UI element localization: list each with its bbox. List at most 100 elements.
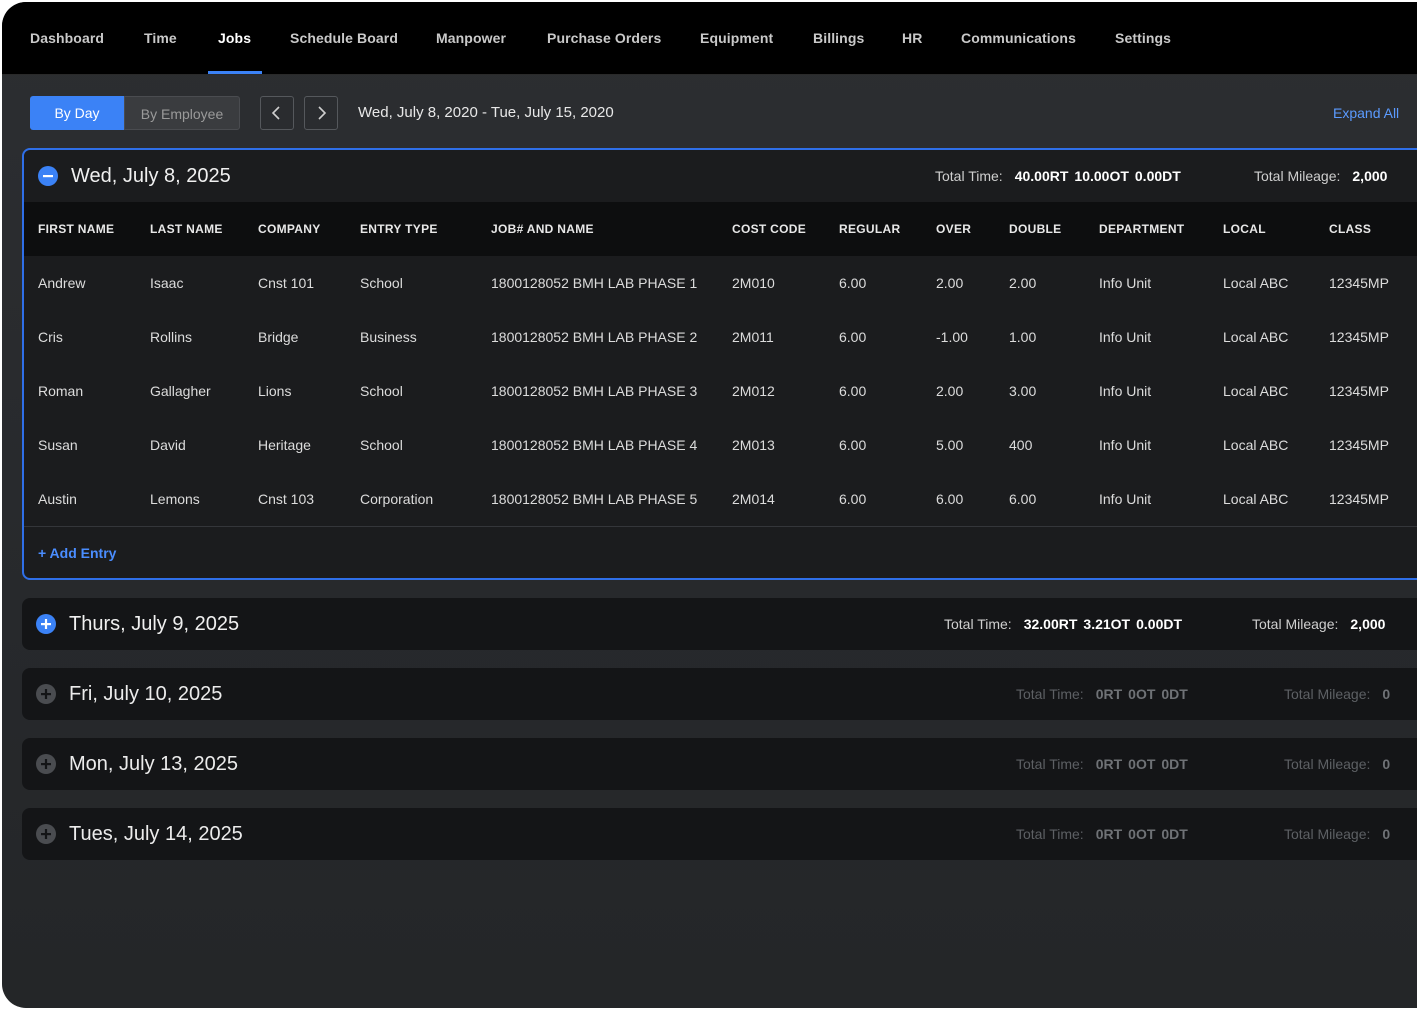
- mileage-value: 0: [1382, 686, 1391, 702]
- day-header[interactable]: Wed, July 8, 2025 Total Time: 40.00RT 10.0…: [24, 150, 1417, 202]
- nav-hr[interactable]: HR: [902, 2, 922, 74]
- day-card-collapsed[interactable]: Tues, July 14, 2025 Total Time: 0RT 0OT 0DT…: [22, 808, 1417, 860]
- cell-local: Local ABC: [1223, 437, 1289, 453]
- dt-value: 0.00DT: [1134, 168, 1181, 184]
- cell-cost-code: 2M012: [732, 383, 775, 399]
- cell-first-name: Austin: [38, 491, 77, 507]
- table-header: FIRST NAME LAST NAME COMPANY ENTRY TYPE …: [24, 202, 1417, 257]
- plus-circle-icon: [36, 614, 56, 634]
- rt-value: 0RT: [1095, 826, 1123, 842]
- cell-last-name: Lemons: [150, 491, 200, 507]
- total-mileage: Total Mileage: 2,000: [1252, 598, 1385, 650]
- nav-dashboard[interactable]: Dashboard: [30, 2, 104, 74]
- mileage-value: 2,000: [1352, 168, 1388, 184]
- nav-schedule-board[interactable]: Schedule Board: [290, 2, 398, 74]
- table-row[interactable]: Cris Rollins Bridge Business 1800128052 BMH …: [24, 310, 1417, 365]
- plus-circle-icon: [36, 684, 56, 704]
- day-title: Mon, July 13, 2025: [69, 753, 238, 775]
- mileage-value: 0: [1382, 826, 1391, 842]
- day-card-collapsed[interactable]: Mon, July 13, 2025 Total Time: 0RT 0OT 0DT …: [22, 738, 1417, 790]
- plus-circle-icon: [36, 824, 56, 844]
- total-mileage: Total Mileage: 0: [1284, 668, 1390, 720]
- col-last-name[interactable]: LAST NAME: [150, 202, 223, 256]
- nav-equipment[interactable]: Equipment: [700, 2, 773, 74]
- day-card-expanded: Wed, July 8, 2025 Total Time: 40.00RT 10.0…: [22, 148, 1417, 580]
- total-time-label: Total Time:: [944, 616, 1012, 632]
- total-mileage: Total Mileage: 2,000: [1254, 150, 1387, 202]
- collapse-button[interactable]: [38, 166, 58, 186]
- cell-double: 2.00: [1009, 275, 1037, 291]
- date-range-label: Wed, July 8, 2020 - Tue, July 15, 2020: [358, 104, 614, 121]
- expand-all-link[interactable]: Expand All: [1333, 96, 1399, 130]
- rt-value: 32.00RT: [1023, 616, 1078, 632]
- table-row[interactable]: Andrew Isaac Cnst 101 School 1800128052 BMH …: [24, 256, 1417, 311]
- cell-department: Info Unit: [1099, 491, 1152, 507]
- expand-button[interactable]: [36, 824, 56, 844]
- dt-value: 0DT: [1161, 826, 1188, 842]
- day-card-collapsed[interactable]: Fri, July 10, 2025 Total Time: 0RT 0OT 0DT …: [22, 668, 1417, 720]
- by-day-toggle[interactable]: By Day: [30, 96, 124, 130]
- col-entry-type[interactable]: ENTRY TYPE: [360, 202, 438, 256]
- table-row[interactable]: Austin Lemons Cnst 103 Corporation 180012805…: [24, 472, 1417, 527]
- col-regular[interactable]: REGULAR: [839, 202, 900, 256]
- cell-last-name: David: [150, 437, 186, 453]
- table-row[interactable]: Roman Gallagher Lions School 1800128052 BMH …: [24, 364, 1417, 419]
- cell-cost-code: 2M011: [732, 329, 774, 345]
- chevron-left-icon: [271, 106, 280, 120]
- nav-settings[interactable]: Settings: [1115, 2, 1171, 74]
- day-title: Tues, July 14, 2025: [69, 823, 243, 845]
- nav-time[interactable]: Time: [144, 2, 177, 74]
- cell-cost-code: 2M010: [732, 275, 775, 291]
- cell-local: Local ABC: [1223, 491, 1289, 507]
- col-job-name[interactable]: JOB# AND NAME: [491, 202, 594, 256]
- ot-value: 3.21OT: [1083, 616, 1131, 632]
- cell-double: 400: [1009, 437, 1033, 453]
- nav-billings[interactable]: Billings: [813, 2, 864, 74]
- mileage-value: 0: [1382, 756, 1391, 772]
- dt-value: 0DT: [1161, 686, 1188, 702]
- expand-button[interactable]: [36, 754, 56, 774]
- col-first-name[interactable]: FIRST NAME: [38, 202, 114, 256]
- nav-manpower[interactable]: Manpower: [436, 2, 506, 74]
- add-entry-button[interactable]: + Add Entry: [38, 538, 116, 568]
- cell-company: Lions: [258, 383, 292, 399]
- col-department[interactable]: DEPARTMENT: [1099, 202, 1184, 256]
- col-cost-code[interactable]: COST CODE: [732, 202, 806, 256]
- total-time-label: Total Time:: [1016, 686, 1084, 702]
- cell-job-name: 1800128052 BMH LAB PHASE 5: [491, 491, 698, 507]
- cell-cost-code: 2M014: [732, 491, 775, 507]
- cell-first-name: Roman: [38, 383, 84, 399]
- day-card-collapsed[interactable]: Thurs, July 9, 2025 Total Time: 32.00RT 3.…: [22, 598, 1417, 650]
- cell-local: Local ABC: [1223, 383, 1289, 399]
- expand-button[interactable]: [36, 614, 56, 634]
- table-row[interactable]: Susan David Heritage School 1800128052 BMH L…: [24, 418, 1417, 473]
- expand-button[interactable]: [36, 684, 56, 704]
- total-time: Total Time: 0RT 0OT 0DT: [1016, 668, 1188, 720]
- col-double[interactable]: DOUBLE: [1009, 202, 1061, 256]
- top-navigation: Dashboard Time Jobs Schedule Board Manpo…: [2, 2, 1417, 75]
- nav-jobs[interactable]: Jobs: [207, 2, 263, 74]
- by-employee-toggle[interactable]: By Employee: [124, 96, 240, 130]
- col-local[interactable]: LOCAL: [1223, 202, 1266, 256]
- cell-double: 6.00: [1009, 491, 1037, 507]
- nav-purchase-orders[interactable]: Purchase Orders: [547, 2, 661, 74]
- mileage-value: 2,000: [1350, 616, 1386, 632]
- col-over[interactable]: OVER: [936, 202, 971, 256]
- cell-department: Info Unit: [1099, 383, 1152, 399]
- cell-class: 12345MP: [1329, 491, 1389, 507]
- next-week-button[interactable]: [304, 96, 338, 130]
- cell-double: 1.00: [1009, 329, 1037, 345]
- col-company[interactable]: COMPANY: [258, 202, 321, 256]
- col-class[interactable]: CLASS: [1329, 202, 1371, 256]
- day-title: Fri, July 10, 2025: [69, 683, 223, 705]
- cell-regular: 6.00: [839, 275, 867, 291]
- ot-value: 0OT: [1128, 756, 1156, 772]
- ot-value: 0OT: [1128, 826, 1156, 842]
- rt-value: 0RT: [1095, 686, 1123, 702]
- prev-week-button[interactable]: [260, 96, 294, 130]
- cell-entry-type: School: [360, 383, 403, 399]
- cell-company: Cnst 103: [258, 491, 315, 507]
- cell-entry-type: School: [360, 275, 403, 291]
- cell-regular: 6.00: [839, 329, 867, 345]
- nav-communications[interactable]: Communications: [961, 2, 1076, 74]
